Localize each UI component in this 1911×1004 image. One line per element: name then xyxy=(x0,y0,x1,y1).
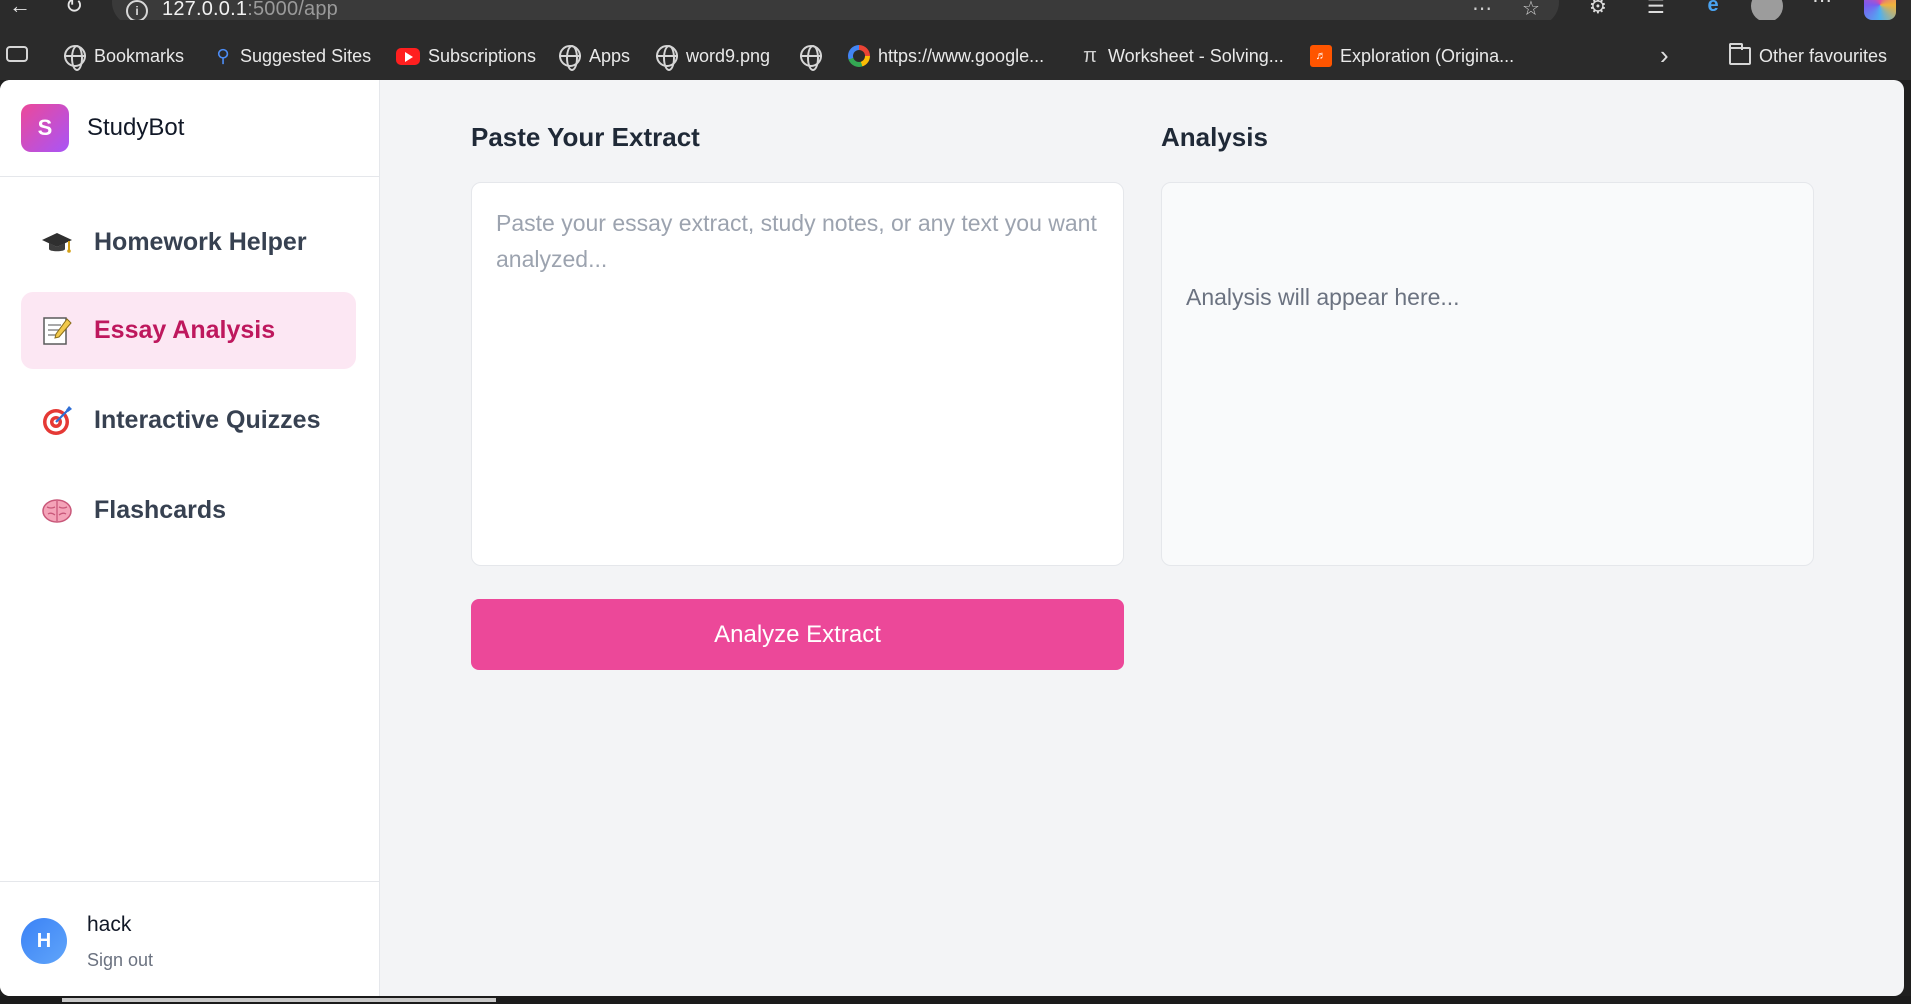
analysis-output: Analysis will appear here... xyxy=(1161,182,1814,566)
bookmark-suggested-sites[interactable]: ⚲ Suggested Sites xyxy=(214,44,371,68)
favorites-list-icon[interactable]: ☰ xyxy=(1640,0,1672,20)
globe-icon xyxy=(656,45,678,71)
user-name: hack xyxy=(87,913,132,936)
brain-icon xyxy=(39,493,75,529)
bookmark-word9[interactable]: word9.png xyxy=(656,44,770,71)
extract-title: Paste Your Extract xyxy=(471,122,700,152)
menu-dots-icon[interactable]: ⋯ xyxy=(1806,0,1838,14)
app-window: S StudyBot Homework Helper Essay Analysi… xyxy=(0,80,1904,996)
browser-toolbar: ← ↻ i 127.0.0.1:5000/app ⋯ ☆ ⚙ ☰ e ⋯ xyxy=(0,0,1911,26)
sidebar-item-label: Essay Analysis xyxy=(94,316,276,344)
graduation-cap-icon xyxy=(39,225,75,261)
sidebar-item-homework-helper[interactable]: Homework Helper xyxy=(21,204,356,281)
globe-icon xyxy=(800,45,822,71)
profile-icon[interactable] xyxy=(1751,0,1783,22)
bookmark-globe[interactable] xyxy=(800,44,830,71)
memo-icon xyxy=(39,313,75,349)
pi-icon: π xyxy=(1083,44,1097,67)
brand: S StudyBot xyxy=(0,80,380,177)
site-info-icon[interactable]: i xyxy=(126,0,148,22)
taskbar-strip xyxy=(0,996,1911,1004)
reading-list-icon[interactable] xyxy=(6,46,28,62)
brand-name: StudyBot xyxy=(87,114,185,141)
taskbar-indicator xyxy=(62,998,496,1002)
address-url[interactable]: 127.0.0.1:5000/app xyxy=(162,0,338,21)
analyze-extract-button[interactable]: Analyze Extract xyxy=(471,599,1124,670)
bookmark-apps[interactable]: Apps xyxy=(559,44,630,71)
youtube-icon xyxy=(396,47,420,65)
more-dots-icon[interactable]: ⋯ xyxy=(1467,0,1497,20)
sidebar-item-label: Flashcards xyxy=(94,496,227,524)
bookmark-worksheet[interactable]: π Worksheet - Solving... xyxy=(1080,44,1284,68)
edge-icon[interactable]: e xyxy=(1697,0,1729,20)
brand-logo: S xyxy=(21,104,69,152)
extensions-icon[interactable]: ⚙ xyxy=(1582,0,1614,20)
user-panel: H hack Sign out xyxy=(0,881,380,996)
sidebar-item-interactive-quizzes[interactable]: Interactive Quizzes xyxy=(21,382,356,459)
chevron-right-icon[interactable]: › xyxy=(1660,40,1669,71)
reload-icon[interactable]: ↻ xyxy=(60,0,88,18)
sign-out-link[interactable]: Sign out xyxy=(87,950,153,971)
bookmark-exploration[interactable]: ♬ Exploration (Origina... xyxy=(1310,44,1514,68)
sidebar-item-label: Homework Helper xyxy=(94,228,307,256)
search-icon: ⚲ xyxy=(216,45,230,66)
star-icon[interactable]: ☆ xyxy=(1516,0,1546,20)
soundcloud-icon: ♬ xyxy=(1310,45,1332,67)
target-icon xyxy=(39,403,75,439)
google-icon xyxy=(848,45,870,67)
sidebar-item-essay-analysis[interactable]: Essay Analysis xyxy=(21,292,356,369)
other-favourites[interactable]: Other favourites xyxy=(1729,43,1887,68)
bookmark-google[interactable]: https://www.google... xyxy=(848,44,1044,68)
bookmark-bookmarks[interactable]: Bookmarks xyxy=(64,44,184,71)
extract-textarea[interactable] xyxy=(496,205,1099,543)
copilot-icon[interactable] xyxy=(1864,0,1896,20)
sidebar-item-label: Interactive Quizzes xyxy=(94,406,321,434)
bookmark-subscriptions[interactable]: Subscriptions xyxy=(396,44,536,68)
extract-input-container xyxy=(471,182,1124,566)
avatar: H xyxy=(21,918,67,964)
globe-icon xyxy=(64,45,86,71)
back-icon[interactable]: ← xyxy=(6,0,34,18)
analysis-placeholder: Analysis will appear here... xyxy=(1186,284,1460,310)
sidebar-item-flashcards[interactable]: Flashcards xyxy=(21,472,356,549)
globe-icon xyxy=(559,45,581,71)
analysis-title: Analysis xyxy=(1161,122,1268,152)
sidebar: S StudyBot Homework Helper Essay Analysi… xyxy=(0,80,380,996)
folder-icon xyxy=(1729,43,1751,65)
